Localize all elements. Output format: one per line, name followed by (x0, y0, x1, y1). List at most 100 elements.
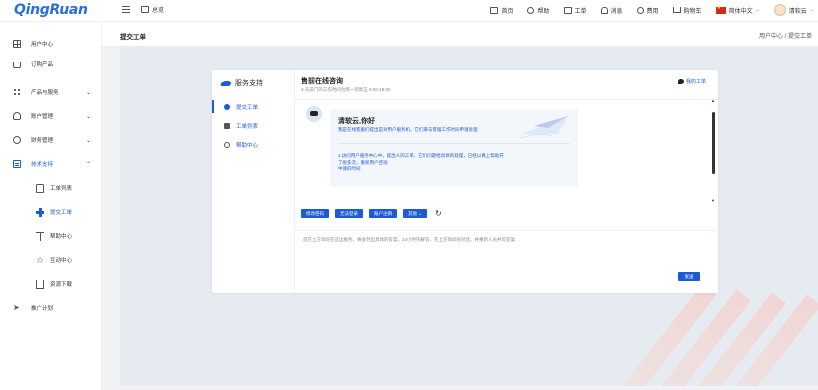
monitor-icon (490, 6, 499, 14)
nav-cart[interactable]: 购物车 (672, 6, 702, 15)
sidebar-item-user-center[interactable]: 用户中心 (0, 36, 102, 52)
dialog-nav-submit[interactable]: 提交工单 (212, 100, 294, 113)
page-header: 提交工单 用户中心 / 提交工单 (102, 22, 818, 46)
sidebar-item-label: 推广计划 (31, 306, 54, 312)
sidebar-subitem-label: 资源下载 (50, 282, 73, 288)
dialog-brand-label: 服务支持 (235, 80, 263, 87)
apps-icon (13, 88, 21, 96)
sidebar-subitem-label: 工单列表 (50, 186, 73, 192)
greeting: 清软云,你好 (338, 118, 375, 125)
divider (295, 230, 719, 231)
nav-cart-label: 购物车 (683, 8, 702, 15)
paper-plane-icon (519, 116, 568, 139)
bell-icon (600, 6, 608, 14)
scrollbar-thumb[interactable] (712, 112, 715, 174)
bot-avatar (306, 106, 322, 122)
chevron-down-icon: ⌄ (86, 89, 92, 96)
money-icon (636, 6, 644, 14)
dashboard-icon (13, 40, 21, 48)
user-name: 清软云 (788, 8, 807, 15)
sidebar: 用户中心 订购产品 产品与服务 ⌄ 账户管理 ⌄ 财务管理 ⌄ 技术支持 ⌃ 工… (0, 22, 102, 390)
logo[interactable]: QingRuan (14, 2, 88, 18)
star-icon: ☆ (36, 254, 45, 265)
chat-message: 1.访问用户服务中心中，提出人的工单，它们问题给具体的处理，已经以真上帮助开了很… (338, 153, 504, 165)
monitor-icon (141, 6, 149, 13)
chat-message: 中请的时间 (338, 166, 361, 171)
chevron-down-icon: ⌄ (809, 7, 814, 13)
dialog-nav-help[interactable]: 帮助中心 (212, 138, 294, 151)
sidebar-subitem-label: 提交工单 (50, 210, 73, 216)
sidebar-item-order[interactable]: 订购产品 (0, 56, 102, 72)
sidebar-subitem-downloads[interactable]: 资源下载 (0, 276, 102, 292)
sidebar-item-finance[interactable]: 财务管理 ⌄ (0, 132, 102, 148)
sidebar-subitem-label: 帮助中心 (50, 234, 73, 240)
nav-help[interactable]: 帮助 (527, 6, 550, 15)
dialog-nav-list[interactable]: 工单列表 (212, 119, 294, 132)
sidebar-item-promotion[interactable]: ➤ 推广计划 (0, 300, 102, 316)
nav-ticket[interactable]: 工单 (563, 6, 587, 15)
sidebar-item-support[interactable]: 技术支持 ⌃ (0, 156, 102, 172)
cart-icon (13, 61, 21, 68)
menu-toggle-icon[interactable] (122, 6, 130, 14)
sidebar-item-products[interactable]: 产品与服务 ⌄ (0, 84, 102, 100)
quick-button-reset-password[interactable]: 修改密码 (301, 209, 329, 218)
sidebar-item-label: 订购产品 (31, 62, 54, 68)
nav-ticket-label: 工单 (574, 8, 587, 15)
help-icon (527, 6, 535, 14)
sidebar-subitem-label: 互动中心 (50, 258, 73, 264)
chevron-up-icon: ⌃ (86, 161, 92, 168)
chevron-down-icon: ⌄ (86, 137, 92, 144)
sidebar-subitem-ticket-list[interactable]: 工单列表 (0, 180, 102, 196)
language-select[interactable]: 简体中文⌄ (715, 5, 760, 15)
message-input[interactable]: 您在上方询问在这边服务，将会列出具体的答案，24小时内解答，在上方询问的对话，并… (303, 237, 515, 243)
sidebar-subitem-interaction[interactable]: ☆ 互动中心 (0, 252, 102, 268)
chat-message: 我是在线客服们提出是对用户服务机，它们来与客服工作时间申请处理 (338, 127, 478, 132)
my-tickets-link[interactable]: 我的工单 (677, 78, 706, 85)
scroll-down-icon[interactable]: ▼ (711, 198, 715, 203)
console-link[interactable]: 总览 (141, 5, 164, 14)
money-icon (13, 136, 21, 144)
chat-area: 清软云,你好 我是在线客服们提出是对用户服务机，它们来与客服工作时间申请处理 1… (301, 98, 717, 203)
cloud-icon (220, 80, 232, 86)
dialog-nav-label: 工单列表 (236, 123, 259, 130)
user-menu[interactable]: 清软云 ⌄ (773, 4, 814, 16)
document-icon (36, 183, 44, 193)
sidebar-item-account[interactable]: 账户管理 ⌄ (0, 108, 102, 124)
send-button[interactable]: 发送 (678, 272, 700, 281)
chevron-down-icon: ⌄ (418, 210, 423, 216)
refresh-icon[interactable]: ↻ (435, 209, 442, 218)
user-icon (13, 112, 21, 120)
top-bar: QingRuan 总览 首页 帮助 工单 消息 费用 购物车 简体中文⌄ 清软云… (0, 0, 818, 22)
list-icon (224, 122, 230, 129)
chevron-down-icon: ⌄ (86, 113, 92, 120)
chat-scrollbar[interactable]: ▲ ▼ (711, 98, 715, 203)
quick-button-cancel-account[interactable]: 账户注销 (369, 209, 397, 218)
quick-button-other[interactable]: 其他 ⌄ (403, 209, 428, 218)
nav-home-label: 首页 (501, 8, 514, 15)
nav-messages-label: 消息 (610, 8, 623, 15)
my-tickets-label: 我的工单 (685, 79, 706, 85)
sidebar-item-label: 财务管理 (31, 138, 54, 144)
sidebar-subitem-submit-ticket[interactable]: 提交工单 (0, 204, 102, 220)
active-indicator (212, 100, 214, 113)
nav-home[interactable]: 首页 (490, 6, 513, 15)
nav-billing[interactable]: 费用 (636, 6, 659, 15)
help-icon (224, 141, 230, 148)
plus-icon (36, 207, 44, 217)
send-icon: ➤ (13, 303, 20, 312)
dialog-title: 售前在线咨询 (301, 78, 343, 85)
sidebar-item-label: 技术支持 (31, 162, 54, 168)
quick-button-label: 其他 (408, 210, 417, 216)
person-icon (36, 231, 44, 241)
language-label: 简体中文 (728, 8, 753, 15)
sidebar-item-label: 用户中心 (31, 42, 54, 48)
dialog-subtitle: 3 天前门的工作时间为周一到周五 9:00-18:00 (301, 87, 391, 92)
breadcrumb[interactable]: 用户中心 / 提交工单 (759, 31, 812, 40)
scroll-up-icon[interactable]: ▲ (711, 98, 715, 103)
nav-messages[interactable]: 消息 (600, 6, 623, 15)
china-flag-icon (715, 5, 726, 14)
top-nav: 首页 帮助 工单 消息 费用 购物车 简体中文⌄ 清软云⌄ (490, 3, 814, 17)
quick-button-login-issue[interactable]: 无法登录 (335, 209, 363, 218)
chevron-down-icon: ⌄ (755, 7, 760, 13)
sidebar-subitem-help[interactable]: 帮助中心 (0, 228, 102, 244)
